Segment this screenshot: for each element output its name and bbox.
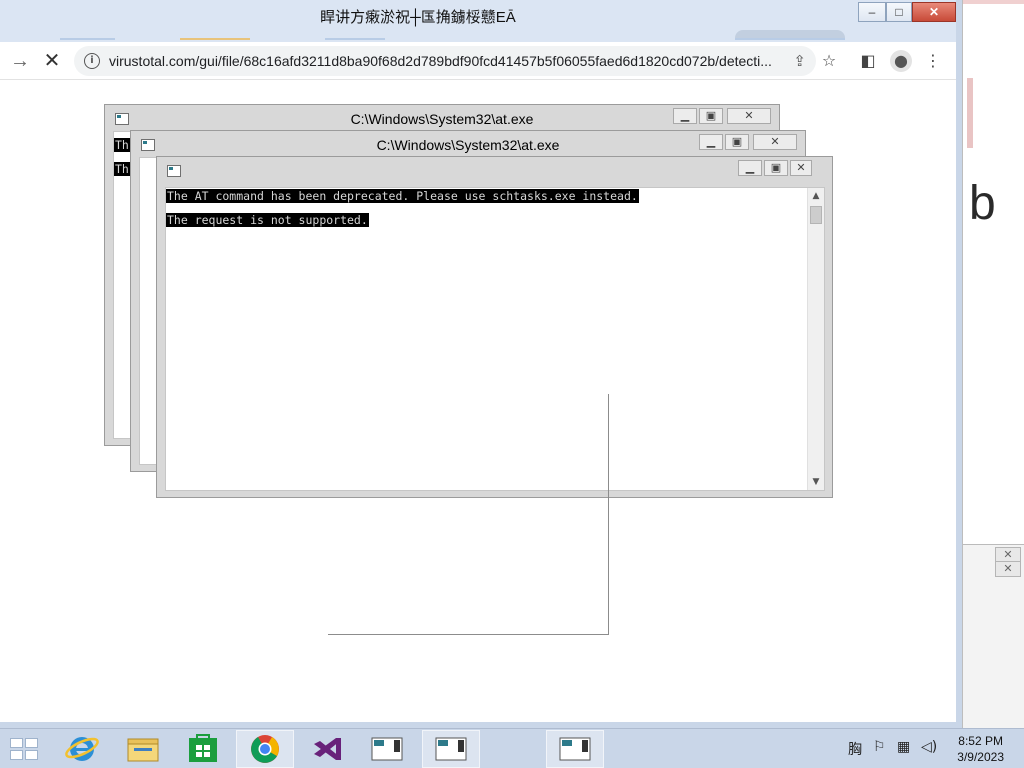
site-info-icon[interactable]: i	[84, 53, 100, 69]
flag-icon[interactable]: ⚐	[873, 739, 886, 755]
window-title: 睅讲方瘷淤祝┼匤捔鐪桵戆EĀ	[320, 9, 516, 26]
taskbar-visual-studio[interactable]	[298, 730, 356, 768]
tab[interactable]	[60, 30, 115, 40]
close-icon[interactable]: ✕	[995, 561, 1021, 577]
background-window-red-mark	[967, 78, 973, 148]
scroll-down-arrow-icon[interactable]: ▼	[808, 474, 824, 490]
taskbar-file-explorer[interactable]	[114, 730, 172, 768]
background-window: b ✕ ✕	[962, 0, 1024, 728]
minimize-button[interactable]: ▁	[699, 134, 723, 150]
taskbar-store[interactable]	[174, 730, 232, 768]
bookmark-star-icon[interactable]: ☆	[819, 52, 839, 70]
taskbar-internet-explorer[interactable]	[54, 730, 112, 768]
scroll-up-arrow-icon[interactable]: ▲	[808, 188, 824, 204]
maximize-button[interactable]: ▣	[725, 134, 749, 150]
folder-icon	[127, 738, 159, 762]
console-line: Th	[114, 162, 130, 176]
close-button[interactable]: ✕	[912, 2, 956, 22]
ime-indicator[interactable]: 胸	[848, 739, 862, 759]
background-window-partial-text: b	[969, 177, 996, 230]
taskbar: 胸 ⚐ ▦ ◁) 8:52 PM 3/9/2023	[0, 728, 1024, 768]
close-button[interactable]: ✕	[727, 108, 771, 124]
console-line: The request is not supported.	[166, 213, 369, 227]
browser-toolbar: → ✕ i virustotal.com/gui/file/68c16afd32…	[0, 42, 956, 80]
profile-icon[interactable]: ●	[890, 50, 912, 72]
taskbar-chrome[interactable]	[236, 730, 294, 768]
taskbar-console-1[interactable]	[358, 730, 416, 768]
clock-time: 8:52 PM	[958, 734, 1003, 748]
maximize-button[interactable]: □	[886, 2, 912, 22]
tab[interactable]	[735, 30, 845, 40]
console-window-icon	[371, 737, 403, 761]
minimize-button[interactable]: ▁	[673, 108, 697, 124]
tab[interactable]	[180, 30, 250, 40]
taskbar-console-2[interactable]	[422, 730, 480, 768]
window-outline	[328, 394, 609, 635]
url-text: virustotal.com/gui/file/68c16afd3211d8ba…	[109, 53, 772, 69]
taskbar-console-3[interactable]	[546, 730, 604, 768]
windows-logo-icon	[10, 738, 40, 762]
console-window-icon	[167, 165, 181, 177]
forward-arrow-icon[interactable]: →	[8, 50, 32, 72]
console-window-icon	[559, 737, 591, 761]
share-icon[interactable]: ⇪	[793, 52, 806, 70]
visual-studio-icon	[314, 738, 341, 760]
minimize-button[interactable]: ▁	[738, 160, 762, 176]
start-button[interactable]	[0, 730, 58, 768]
browser-titlebar: 睅讲方瘷淤祝┼匤捔鐪桵戆EĀ – □ ✕	[0, 0, 956, 30]
console-line: The AT command has been deprecated. Plea…	[166, 189, 639, 203]
tab[interactable]	[325, 30, 385, 40]
kebab-menu-icon[interactable]: ⋮	[923, 52, 943, 70]
close-button[interactable]: ✕	[753, 134, 797, 150]
console-line: Th	[114, 138, 130, 152]
clock[interactable]: 8:52 PM 3/9/2023	[957, 733, 1004, 765]
address-bar[interactable]: i virustotal.com/gui/file/68c16afd3211d8…	[74, 46, 816, 76]
tab-strip	[0, 30, 956, 42]
ie-icon	[65, 737, 99, 761]
chrome-icon	[251, 735, 279, 763]
maximize-button[interactable]: ▣	[764, 160, 788, 176]
background-window-top-strip	[963, 0, 1024, 4]
console-window-icon	[435, 737, 467, 761]
volume-icon[interactable]: ◁)	[921, 739, 937, 755]
background-window-lower-panel: ✕ ✕	[963, 544, 1024, 728]
stop-loading-icon[interactable]: ✕	[40, 50, 64, 72]
store-icon	[189, 734, 217, 762]
close-button[interactable]: ✕	[790, 160, 812, 176]
minimize-button[interactable]: –	[858, 2, 886, 22]
network-icon[interactable]: ▦	[897, 739, 910, 755]
clock-date: 3/9/2023	[957, 750, 1004, 764]
scrollbar-thumb[interactable]	[810, 206, 822, 224]
maximize-button[interactable]: ▣	[699, 108, 723, 124]
vertical-scrollbar[interactable]: ▲ ▼	[807, 188, 824, 490]
side-panel-icon[interactable]: ◧	[858, 52, 878, 70]
